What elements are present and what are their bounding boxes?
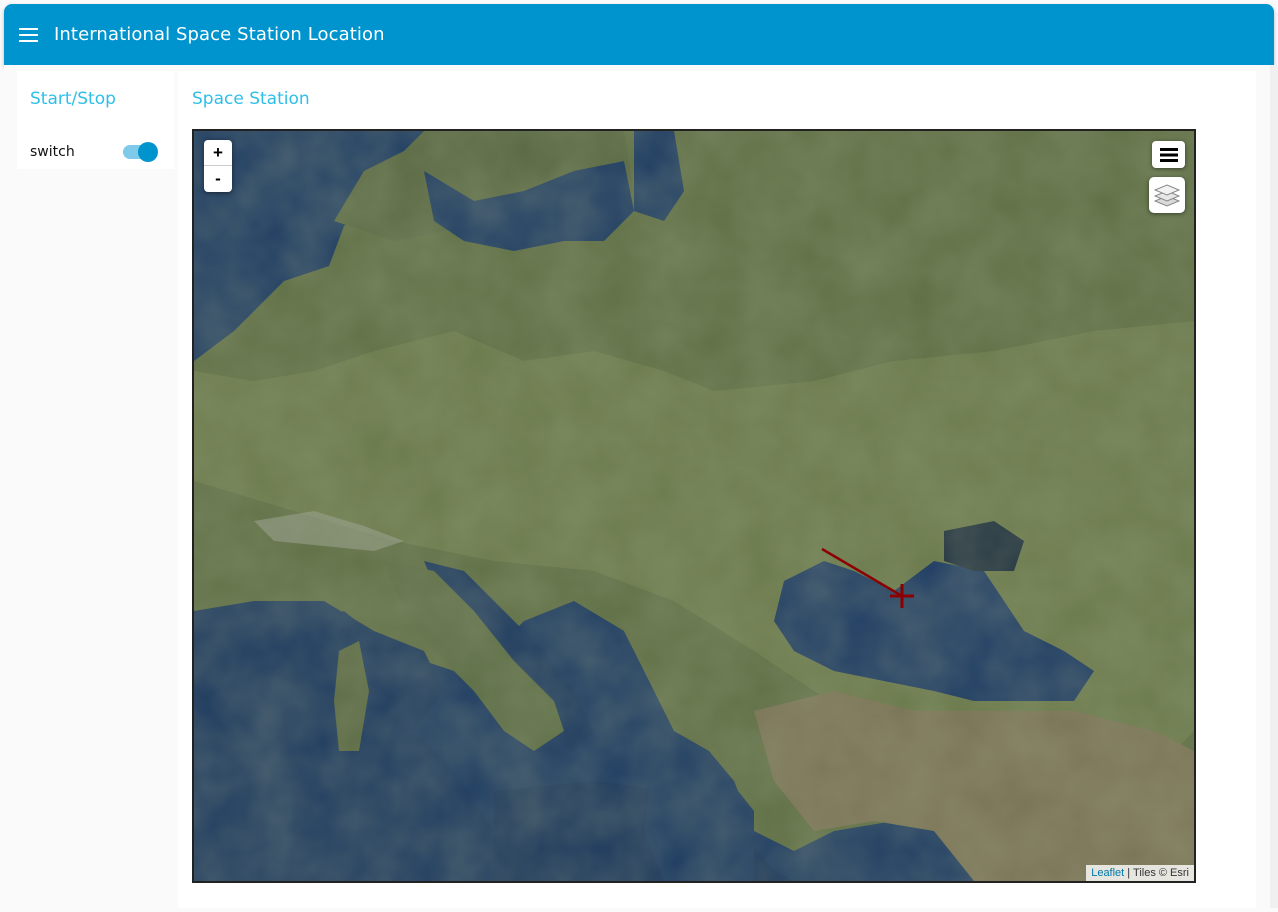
hamburger-menu-icon[interactable]	[4, 4, 54, 65]
space-station-group: Space Station + - Leaflet | Tiles © Esri	[178, 71, 1256, 908]
start-stop-group: Start/Stop switch	[17, 71, 174, 169]
world-map[interactable]: + - Leaflet | Tiles © Esri	[192, 129, 1196, 883]
map-attribution: Leaflet | Tiles © Esri	[1086, 865, 1194, 881]
group-title-start-stop: Start/Stop	[30, 89, 116, 109]
switch-row: switch	[30, 141, 162, 163]
map-menu-button[interactable]	[1152, 141, 1185, 168]
iss-track-overlay	[821, 547, 914, 608]
hamburger-icon	[1159, 147, 1178, 162]
start-stop-toggle[interactable]	[123, 141, 159, 163]
page-scrollbar[interactable]	[1270, 65, 1278, 908]
zoom-in-button[interactable]: +	[204, 140, 232, 166]
group-title-space-station: Space Station	[192, 89, 310, 109]
dashboard-content: Start/Stop switch Space Station + - Leaf…	[4, 65, 1274, 908]
app-toolbar: International Space Station Location	[4, 4, 1274, 65]
layers-icon	[1154, 184, 1180, 207]
switch-label: switch	[30, 144, 75, 160]
zoom-out-button[interactable]: -	[204, 166, 232, 192]
iss-track-line	[821, 547, 903, 598]
page-title: International Space Station Location	[54, 24, 385, 45]
toggle-knob	[138, 142, 158, 162]
iss-position-marker	[890, 584, 914, 608]
layers-control-button[interactable]	[1149, 177, 1185, 213]
tiles-attribution: | Tiles © Esri	[1127, 867, 1189, 879]
leaflet-link[interactable]: Leaflet	[1091, 867, 1124, 879]
zoom-control: + -	[204, 140, 232, 192]
